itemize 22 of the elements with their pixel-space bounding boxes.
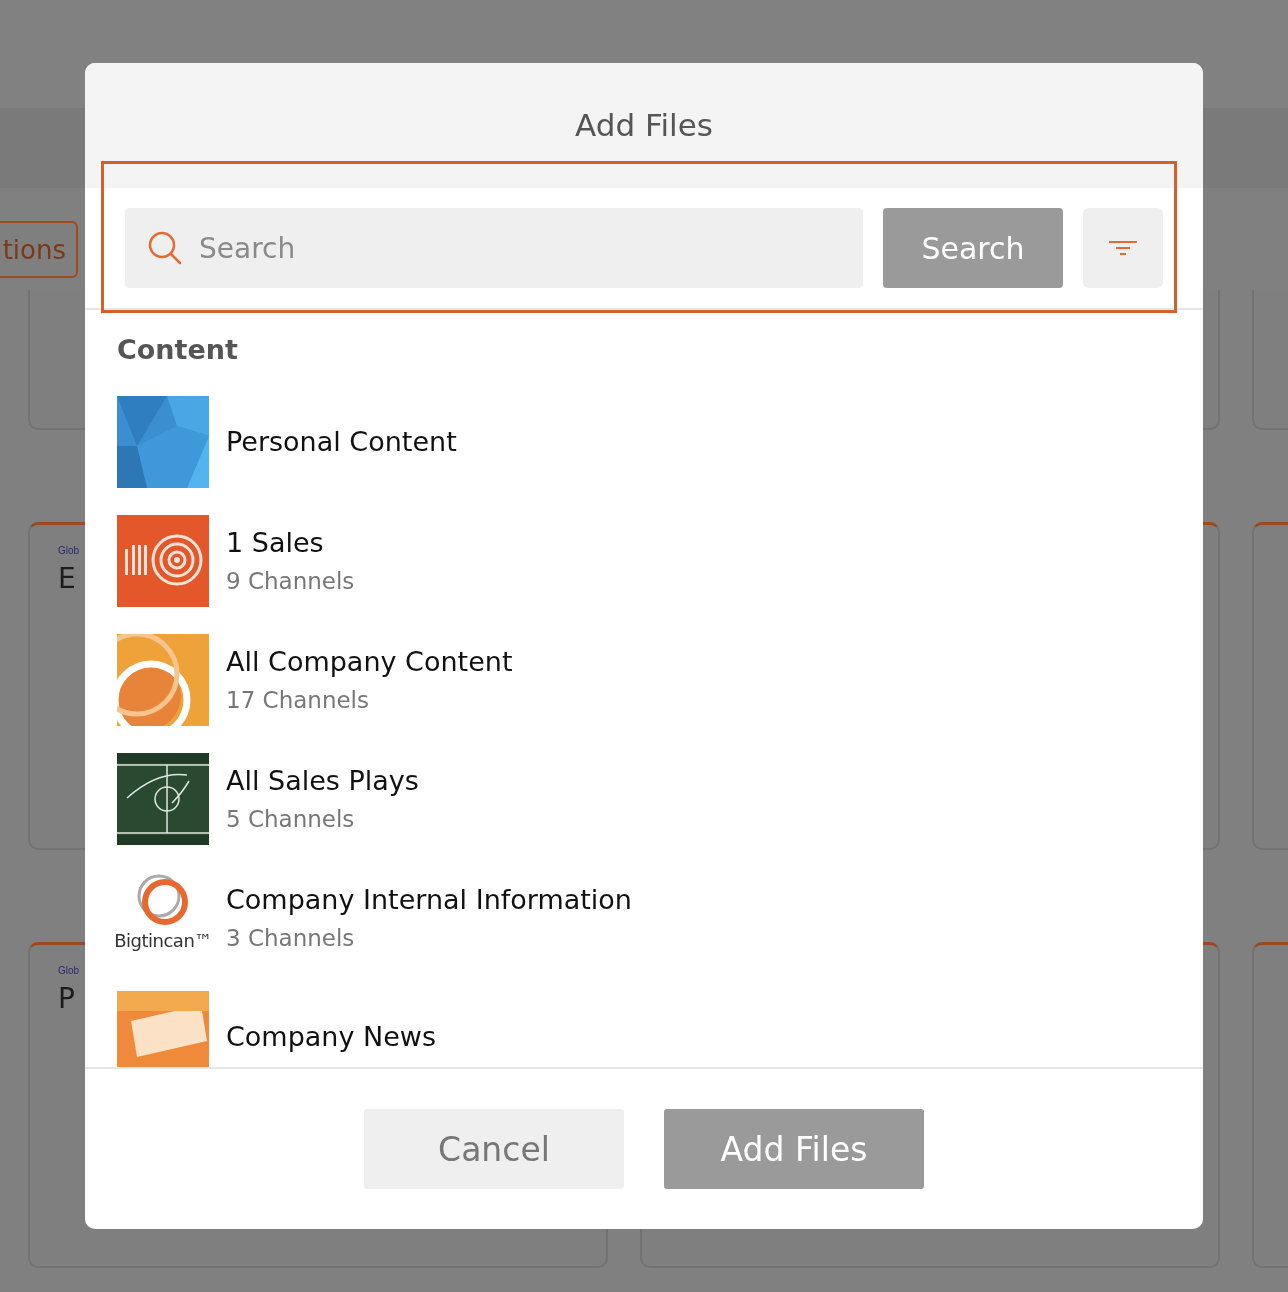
search-field[interactable]: Search: [125, 208, 863, 288]
list-item-title[interactable]: Company News: [226, 1022, 436, 1052]
card-title: P: [58, 982, 75, 1015]
channel-count: 9 Channels: [226, 567, 355, 594]
dialog-title: Add Files: [575, 107, 713, 145]
list-item-title[interactable]: 1 Sales: [226, 528, 355, 558]
logo-text: Bigtincan™: [114, 930, 212, 951]
card-label: Glob: [58, 545, 80, 556]
channel-count: 5 Channels: [226, 805, 356, 832]
cancel-button[interactable]: Cancel: [364, 1109, 624, 1189]
filter-icon: [1109, 240, 1137, 256]
list-item-title[interactable]: All Sales Plays: [226, 766, 419, 796]
section-heading: Content: [117, 334, 239, 365]
search-icon: [147, 230, 183, 266]
list-item-title[interactable]: All Company Content: [226, 647, 513, 677]
channel-count: 3 Channels: [226, 924, 356, 951]
list-item-title[interactable]: Personal Content: [226, 427, 457, 457]
channel-count: 17 Channels: [226, 686, 370, 713]
filter-button[interactable]: [1083, 208, 1163, 288]
card-label: Glob: [58, 965, 80, 976]
card-title: E: [58, 562, 76, 595]
list-item-title[interactable]: Company Internal Information: [226, 885, 632, 915]
